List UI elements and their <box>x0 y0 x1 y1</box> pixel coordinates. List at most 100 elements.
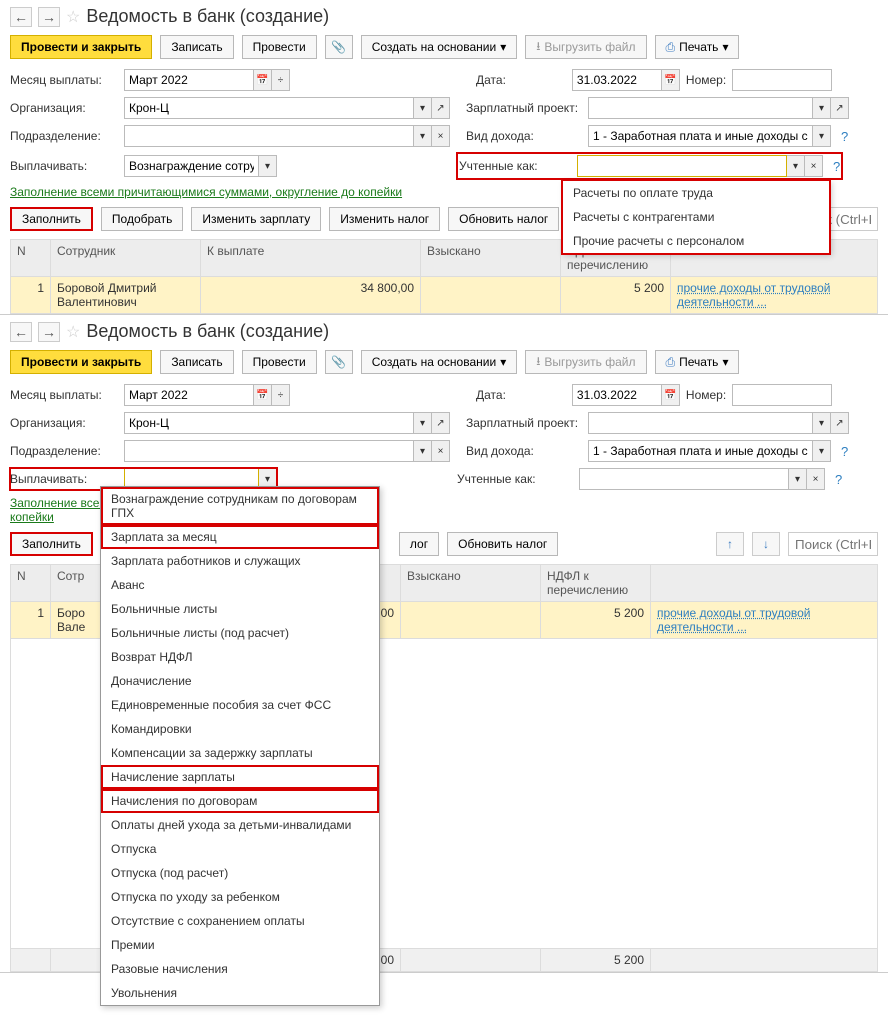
nav-back-button[interactable]: ← <box>10 322 32 342</box>
pick-button[interactable]: Подобрать <box>101 207 183 231</box>
date-input[interactable] <box>572 384 662 406</box>
chevron-down-icon[interactable]: ▾ <box>789 468 807 490</box>
dropdown-option[interactable]: Зарплата работников и служащих <box>101 549 379 573</box>
chevron-down-icon[interactable]: ▾ <box>787 155 805 177</box>
dropdown-option[interactable]: Оплаты дней ухода за детьми-инвалидами <box>101 813 379 837</box>
nav-forward-button[interactable]: → <box>38 7 60 27</box>
post-button[interactable]: Провести <box>242 35 317 59</box>
calendar-icon[interactable]: 📅 <box>662 69 680 91</box>
dropdown-option[interactable]: Аванс <box>101 573 379 597</box>
dropdown-option[interactable]: Разовые начисления <box>101 957 379 981</box>
salary-project-input[interactable] <box>588 412 813 434</box>
calendar-icon[interactable]: 📅 <box>254 69 272 91</box>
org-input[interactable] <box>124 412 414 434</box>
create-based-button[interactable]: Создать на основании ▾ <box>361 350 518 374</box>
post-and-close-button[interactable]: Провести и закрыть <box>10 350 152 374</box>
favorite-star-icon[interactable]: ☆ <box>66 322 80 342</box>
extra-income-link[interactable]: прочие доходы от трудовой деятельности .… <box>657 606 871 634</box>
dropdown-option[interactable]: Увольнения <box>101 981 379 1005</box>
dropdown-option[interactable]: Возврат НДФЛ <box>101 645 379 669</box>
income-type-input[interactable] <box>588 125 813 147</box>
dropdown-option[interactable]: Расчеты по оплате труда <box>563 181 829 205</box>
move-up-button[interactable] <box>716 532 744 556</box>
table-search-input[interactable] <box>788 532 878 556</box>
print-button[interactable]: ⎙ Печать ▾ <box>655 350 740 374</box>
spinner-icon[interactable]: ÷ <box>272 69 290 91</box>
calendar-icon[interactable]: 📅 <box>662 384 680 406</box>
number-input[interactable] <box>732 69 832 91</box>
dropdown-option[interactable]: Расчеты с контрагентами <box>563 205 829 229</box>
chevron-down-icon[interactable]: ▾ <box>813 412 831 434</box>
nav-forward-button[interactable]: → <box>38 322 60 342</box>
upload-file-button[interactable]: ⭳ Выгрузить файл <box>525 35 646 59</box>
change-tax-button[interactable]: Изменить налог <box>329 207 440 231</box>
open-icon[interactable]: ↗ <box>432 412 450 434</box>
chevron-down-icon[interactable]: ▾ <box>813 440 831 462</box>
post-button[interactable]: Провести <box>242 350 317 374</box>
chevron-down-icon[interactable]: ▾ <box>813 125 831 147</box>
fill-button[interactable]: Заполнить <box>10 532 93 556</box>
chevron-down-icon[interactable]: ▾ <box>259 155 277 177</box>
favorite-star-icon[interactable]: ☆ <box>66 7 80 27</box>
month-input[interactable] <box>124 384 254 406</box>
dropdown-option[interactable]: Единовременные пособия за счет ФСС <box>101 693 379 717</box>
help-icon[interactable]: ? <box>835 472 842 487</box>
help-icon[interactable]: ? <box>833 159 840 174</box>
dropdown-option[interactable]: Командировки <box>101 717 379 741</box>
spinner-icon[interactable]: ÷ <box>272 384 290 406</box>
pay-input[interactable] <box>124 155 259 177</box>
print-button[interactable]: ⎙ Печать ▾ <box>655 35 740 59</box>
dropdown-option[interactable]: Доначисление <box>101 669 379 693</box>
open-icon[interactable]: ↗ <box>831 97 849 119</box>
attach-button[interactable]: 📎 <box>325 35 353 59</box>
org-input[interactable] <box>124 97 414 119</box>
dropdown-option[interactable]: Отпуска <box>101 837 379 861</box>
change-tax-partial-button[interactable]: лог <box>399 532 439 556</box>
salary-project-input[interactable] <box>588 97 813 119</box>
attach-button[interactable]: 📎 <box>325 350 353 374</box>
dropdown-option[interactable]: Зарплата за месяц <box>101 525 379 549</box>
save-button[interactable]: Записать <box>160 350 233 374</box>
dropdown-option[interactable]: Компенсации за задержку зарплаты <box>101 741 379 765</box>
fill-all-link[interactable]: Заполнение всеми причитающимися суммами,… <box>10 185 402 199</box>
chevron-down-icon[interactable]: ▾ <box>813 97 831 119</box>
extra-income-link[interactable]: прочие доходы от трудовой деятельности .… <box>677 281 871 309</box>
help-icon[interactable]: ? <box>841 129 848 144</box>
change-salary-button[interactable]: Изменить зарплату <box>191 207 321 231</box>
fill-button[interactable]: Заполнить <box>10 207 93 231</box>
month-input[interactable] <box>124 69 254 91</box>
chevron-down-icon[interactable]: ▾ <box>414 97 432 119</box>
dropdown-option[interactable]: Начисление зарплаты <box>101 765 379 789</box>
fill-all-link-cont[interactable]: копейки <box>10 510 54 524</box>
department-input[interactable] <box>124 440 414 462</box>
dropdown-option[interactable]: Премии <box>101 933 379 957</box>
upload-file-button[interactable]: ⭳ Выгрузить файл <box>525 350 646 374</box>
clear-icon[interactable]: × <box>432 125 450 147</box>
chevron-down-icon[interactable]: ▾ <box>414 125 432 147</box>
clear-icon[interactable]: × <box>432 440 450 462</box>
post-and-close-button[interactable]: Провести и закрыть <box>10 35 152 59</box>
income-type-input[interactable] <box>588 440 813 462</box>
accounted-as-input[interactable] <box>579 468 789 490</box>
department-input[interactable] <box>124 125 414 147</box>
chevron-down-icon[interactable]: ▾ <box>414 412 432 434</box>
fill-all-link[interactable]: Заполнение всем <box>10 496 108 510</box>
update-tax-button[interactable]: Обновить налог <box>447 532 558 556</box>
dropdown-option[interactable]: Прочие расчеты с персоналом <box>563 229 829 253</box>
dropdown-option[interactable]: Отпуска (под расчет) <box>101 861 379 885</box>
move-down-button[interactable] <box>752 532 780 556</box>
number-input[interactable] <box>732 384 832 406</box>
dropdown-option[interactable]: Отпуска по уходу за ребенком <box>101 885 379 909</box>
update-tax-button[interactable]: Обновить налог <box>448 207 559 231</box>
clear-icon[interactable]: × <box>805 155 823 177</box>
dropdown-option[interactable]: Отсутствие с сохранением оплаты <box>101 909 379 933</box>
chevron-down-icon[interactable]: ▾ <box>414 440 432 462</box>
nav-back-button[interactable]: ← <box>10 7 32 27</box>
calendar-icon[interactable]: 📅 <box>254 384 272 406</box>
open-icon[interactable]: ↗ <box>831 412 849 434</box>
dropdown-option[interactable]: Больничные листы (под расчет) <box>101 621 379 645</box>
date-input[interactable] <box>572 69 662 91</box>
dropdown-option[interactable]: Начисления по договорам <box>101 789 379 813</box>
clear-icon[interactable]: × <box>807 468 825 490</box>
accounted-as-input[interactable] <box>577 155 787 177</box>
